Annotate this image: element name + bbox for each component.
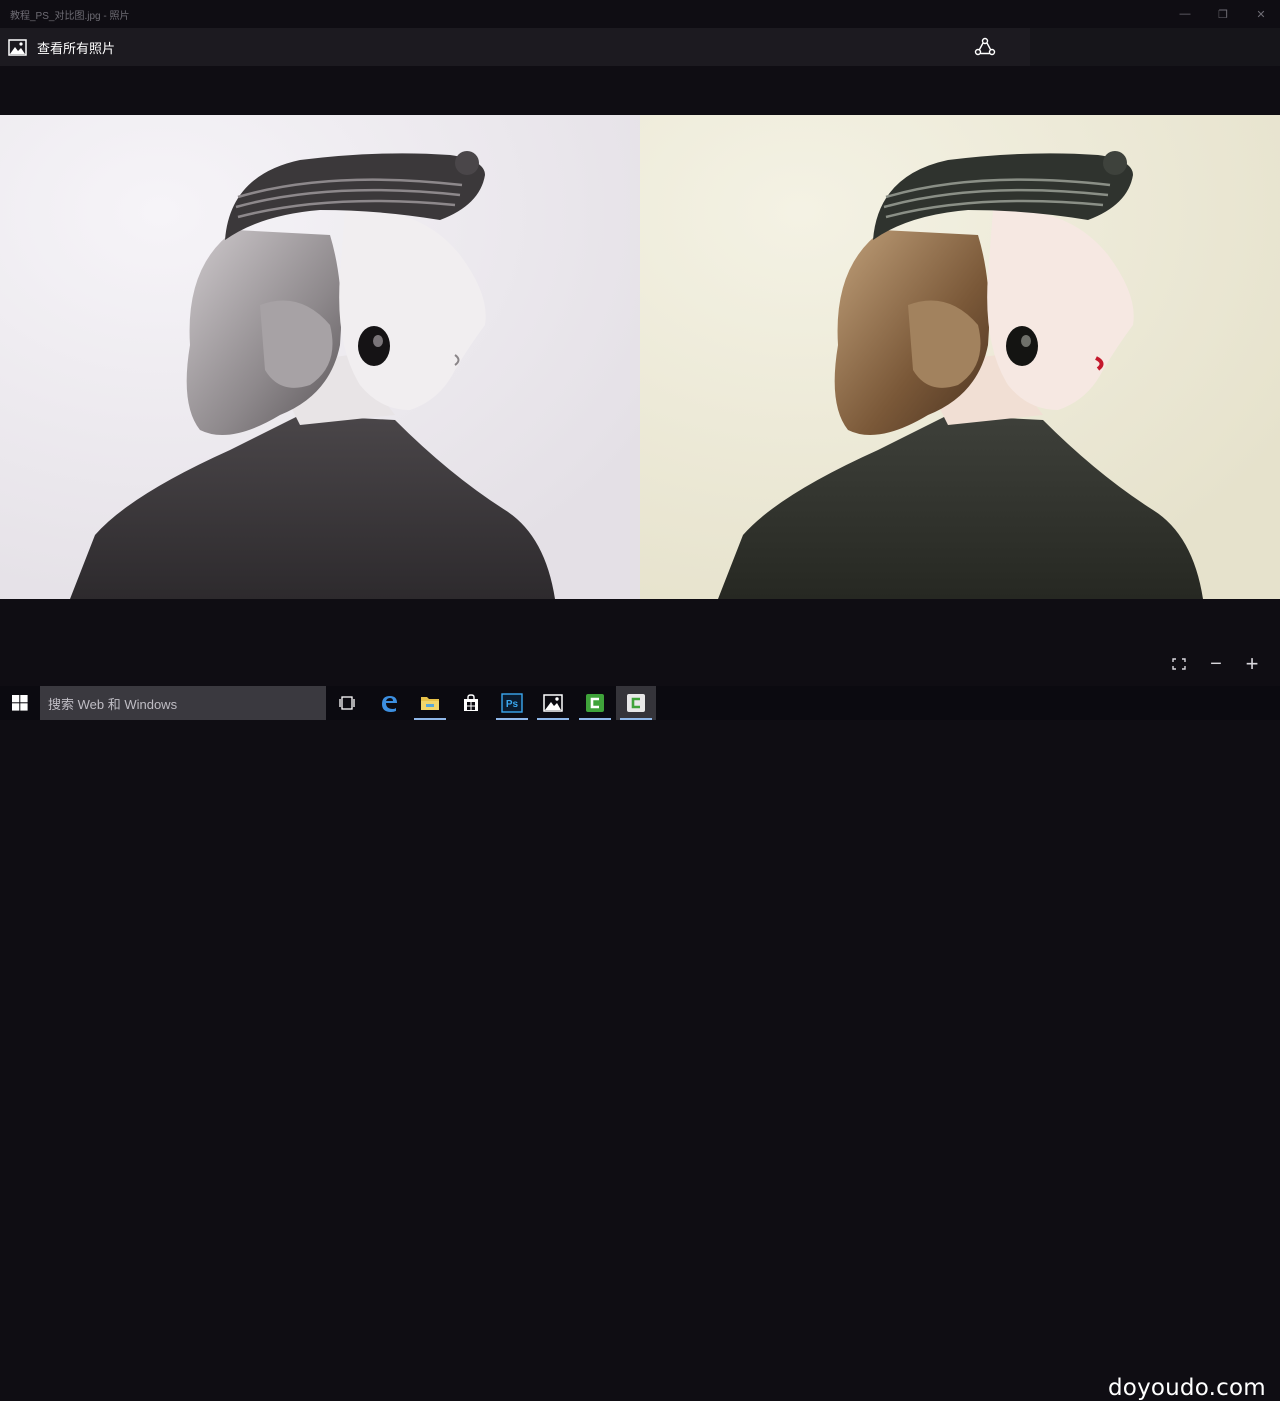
window-title: 教程_PS_对比图.jpg - 照片 [10,11,130,22]
maximize-button[interactable]: ❐ [1204,0,1242,28]
photoshop-button[interactable]: Ps [492,686,532,720]
photoshop-icon: Ps [501,693,523,713]
task-view-icon [339,696,355,710]
share-icon[interactable] [974,37,996,57]
watermark-text: doyoudo.com [1108,1375,1266,1401]
search-placeholder: 搜索 Web 和 Windows [48,696,178,712]
store-button[interactable] [451,686,491,720]
windows-logo-icon [12,695,28,711]
fullscreen-icon [1172,658,1186,670]
file-explorer-button[interactable] [410,686,450,720]
store-icon [464,694,478,711]
taskbar-search-box[interactable]: 搜索 Web 和 Windows [40,686,326,720]
close-button[interactable]: ✕ [1242,0,1280,28]
app-bar-right-area [1030,28,1280,66]
app-bar: 查看所有照片 [0,28,1280,66]
start-button[interactable] [0,686,40,720]
edge-icon [382,696,397,712]
task-view-button[interactable] [327,686,367,720]
fullscreen-button[interactable] [1167,652,1191,676]
photo-before-bw [0,115,640,599]
photos-app-icon [543,694,563,712]
view-all-photos-label: 查看所有照片 [37,40,116,56]
camtasia-recorder-icon [627,694,645,712]
file-explorer-icon [421,697,439,710]
photo-viewer[interactable] [0,115,1280,599]
zoom-in-button[interactable]: + [1240,651,1264,676]
camtasia-recorder-button[interactable] [616,686,656,720]
edge-button[interactable] [369,686,409,720]
view-all-photos-button[interactable]: 查看所有照片 [8,36,115,58]
photoshop-label: Ps [506,699,519,710]
minimize-button[interactable]: — [1166,0,1204,28]
taskbar: 搜索 Web 和 Windows Ps doyoudo.com [0,686,1280,1401]
title-bar[interactable]: 教程_PS_对比图.jpg - 照片 — ❐ ✕ [0,0,1280,28]
photo-after-color [640,115,1280,599]
camtasia-button[interactable] [575,686,615,720]
zoom-out-button[interactable]: − [1204,652,1228,676]
camtasia-icon [586,694,604,712]
photos-window: 教程_PS_对比图.jpg - 照片 — ❐ ✕ 查看所有照片 − + [0,0,1280,686]
photos-app-button[interactable] [533,686,573,720]
photos-icon [8,38,27,56]
